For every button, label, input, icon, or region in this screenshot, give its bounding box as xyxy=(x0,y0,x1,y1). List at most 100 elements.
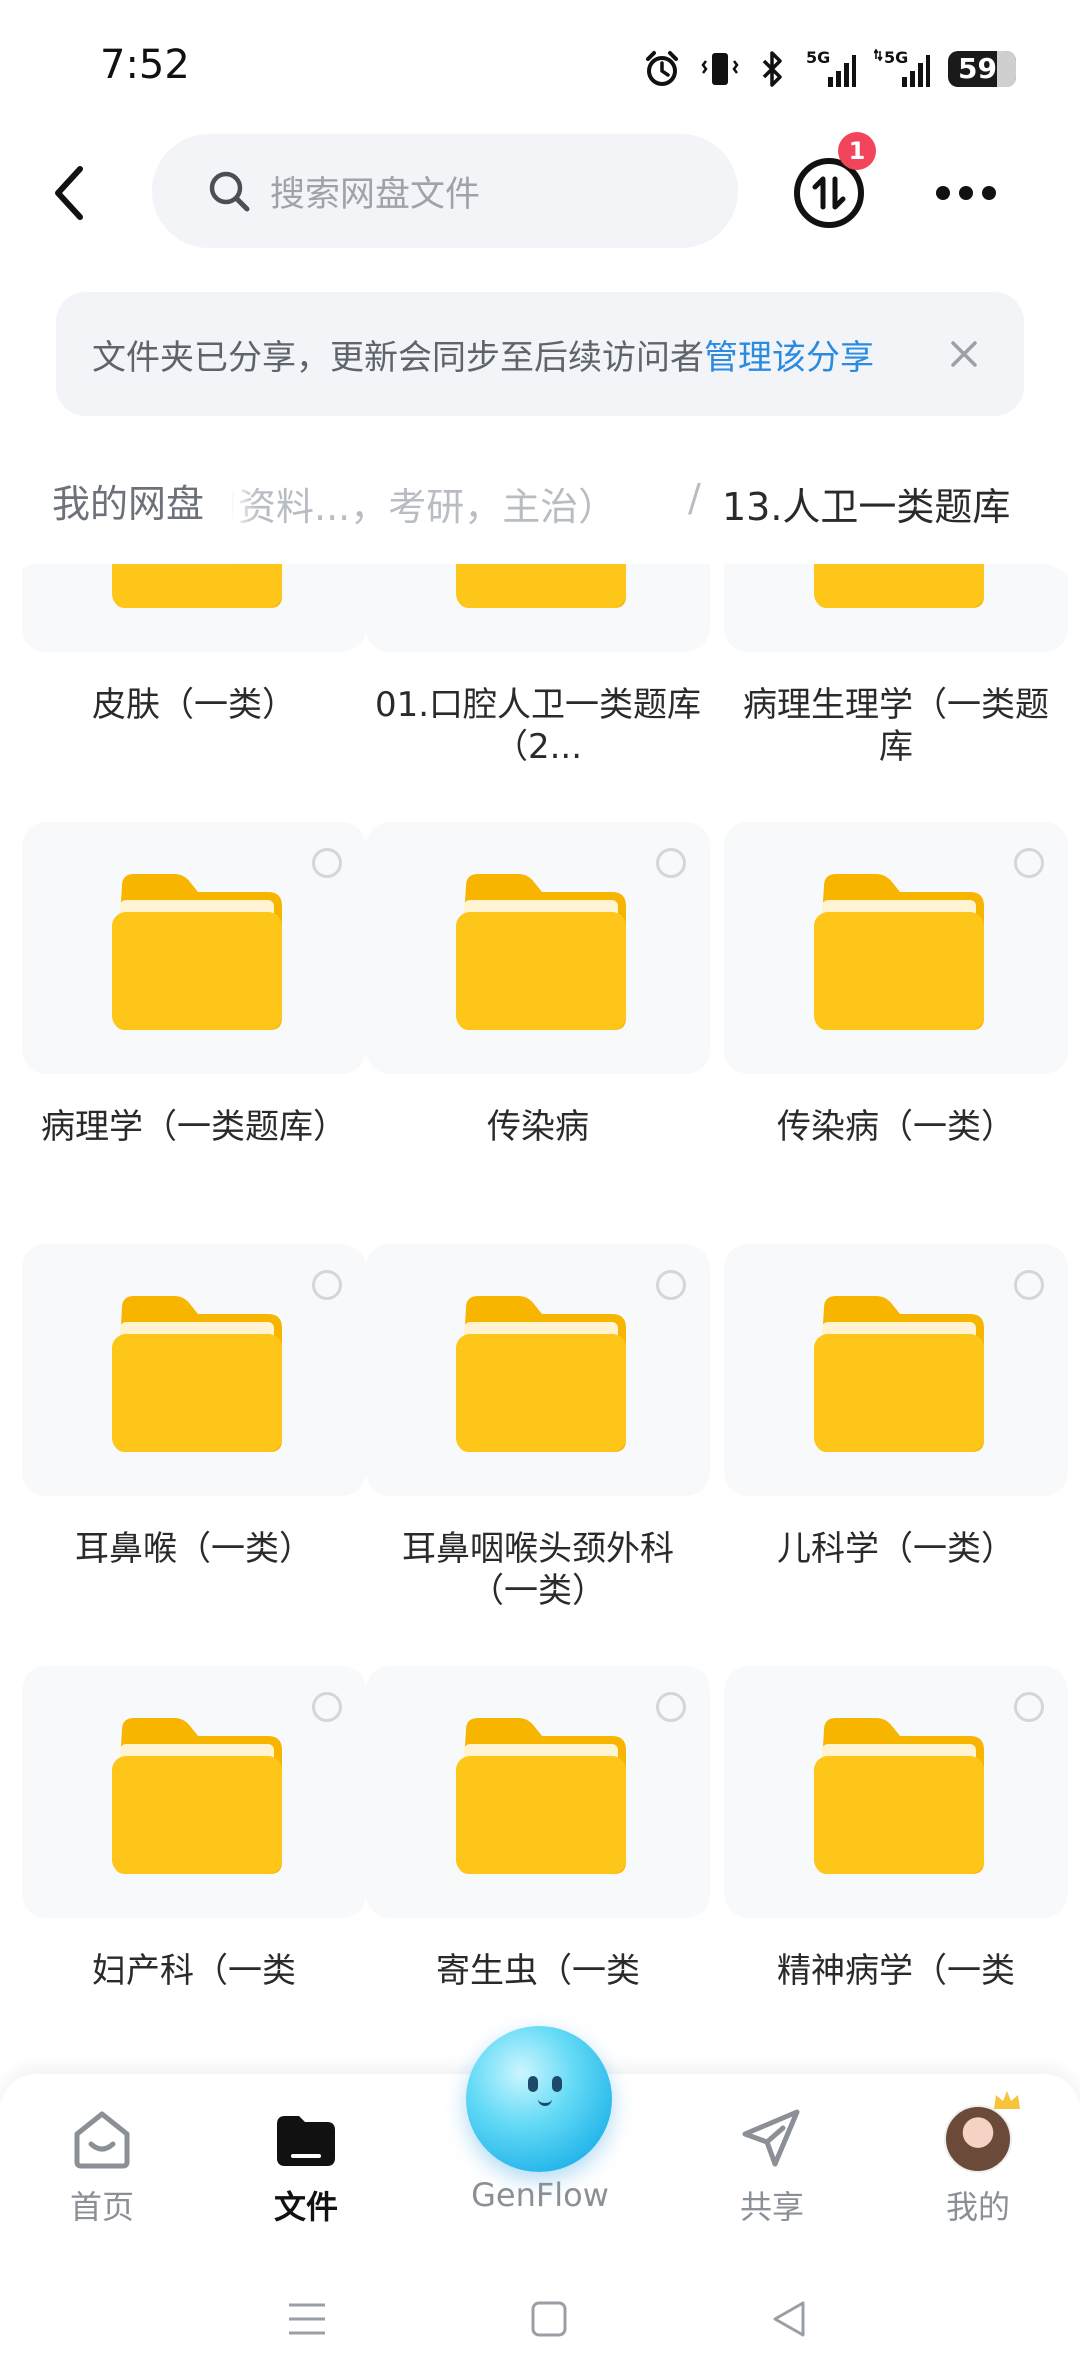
select-checkbox[interactable] xyxy=(656,1270,686,1300)
folder-name: 儿科学（一类） xyxy=(777,1529,1015,1569)
folder-item[interactable] xyxy=(366,1244,710,1496)
breadcrumb-middle[interactable]: 习资料...，考研，主治） xyxy=(200,476,616,531)
paper-plane-icon xyxy=(742,2109,800,2167)
menu-icon xyxy=(289,2303,325,2335)
breadcrumb-root[interactable]: 我的网盘 xyxy=(24,454,233,546)
nav-label-genflow: GenFlow xyxy=(471,2176,609,2214)
back-arrow-icon xyxy=(55,166,83,220)
select-checkbox[interactable] xyxy=(312,848,342,878)
share-banner-message: 文件夹已分享，更新会同步至后续访问者 xyxy=(92,337,704,378)
folder-icon xyxy=(810,872,988,1032)
manage-share-link[interactable]: 管理该分享 xyxy=(704,330,874,379)
search-icon xyxy=(209,171,250,212)
signal-2-label: 5G xyxy=(884,48,908,67)
triangle-back-icon xyxy=(773,2301,805,2337)
folder-icon xyxy=(810,564,988,610)
folder-icon xyxy=(452,1716,630,1876)
folder-name: 寄生虫（一类 xyxy=(436,1951,640,1991)
folder-name: 耳鼻咽喉头颈外科（一类） xyxy=(402,1529,674,1611)
signal-1-label: 5G xyxy=(806,48,830,67)
genflow-button[interactable] xyxy=(466,2026,612,2172)
folder-item[interactable] xyxy=(724,1244,1068,1496)
folder-name: 精神病学（一类 xyxy=(777,1951,1015,1991)
nav-item-files[interactable]: 文件 xyxy=(226,2104,386,2228)
folder-icon xyxy=(452,1294,630,1454)
folder-name: 传染病（一类） xyxy=(777,1107,1015,1147)
select-checkbox[interactable] xyxy=(1014,1270,1044,1300)
genflow-eye-right xyxy=(552,2076,562,2092)
folder-item[interactable] xyxy=(366,1666,710,1918)
folder-grid: 皮肤（一类） 01.口腔人卫一类题库（2... 病理生理学（一类题库 病理学（一类题库… xyxy=(0,564,1080,2074)
bluetooth-icon xyxy=(762,51,782,87)
vibrate-icon xyxy=(701,53,739,85)
folder-icon xyxy=(108,564,286,610)
folder-item[interactable] xyxy=(22,564,366,652)
breadcrumb: 我的网盘 习资料...，考研，主治） / 13.人卫一类题库 xyxy=(0,454,1080,546)
folder-icon xyxy=(108,872,286,1032)
genflow-eye-left xyxy=(528,2076,538,2092)
crown-icon xyxy=(994,2091,1020,2109)
select-checkbox[interactable] xyxy=(312,1270,342,1300)
genflow-mouth xyxy=(538,2096,552,2106)
square-icon xyxy=(531,2301,567,2337)
folder-item[interactable] xyxy=(366,564,710,652)
nav-label-files: 文件 xyxy=(273,2188,338,2226)
folder-icon xyxy=(810,1716,988,1876)
breadcrumb-separator: / xyxy=(688,476,701,520)
search-placeholder: 搜索网盘文件 xyxy=(270,174,481,215)
folder-item[interactable] xyxy=(724,1666,1068,1918)
nav-label-home: 首页 xyxy=(69,2188,134,2226)
breadcrumb-current: 13.人卫一类题库 xyxy=(722,485,1011,529)
transfer-icon xyxy=(812,176,846,210)
select-checkbox[interactable] xyxy=(1014,848,1044,878)
nav-label-share: 共享 xyxy=(739,2188,804,2226)
signal-5g-icon: 5G xyxy=(874,48,930,87)
status-time: 7:52 xyxy=(100,42,190,88)
home-button[interactable] xyxy=(524,2296,574,2342)
signal-5g-icon: 5G xyxy=(806,48,856,87)
folder-name: 耳鼻喉（一类） xyxy=(75,1529,313,1569)
avatar-icon xyxy=(944,2091,1020,2173)
home-smile-icon xyxy=(74,2111,130,2169)
folder-item[interactable] xyxy=(22,1666,366,1918)
select-checkbox[interactable] xyxy=(312,1692,342,1722)
system-nav-bar xyxy=(0,2264,1080,2374)
folder-item[interactable] xyxy=(22,1244,366,1496)
folder-icon xyxy=(452,564,630,610)
folder-icon xyxy=(810,1294,988,1454)
folder-icon xyxy=(108,1294,286,1454)
search-bar[interactable]: 搜索网盘文件 xyxy=(152,134,738,248)
folder-item[interactable] xyxy=(724,564,1068,652)
folder-icon xyxy=(108,1716,286,1876)
nav-item-mine[interactable]: 我的 xyxy=(898,2091,1058,2228)
folder-name: 01.口腔人卫一类题库（2... xyxy=(374,685,702,767)
folder-name: 传染病 xyxy=(487,1107,589,1147)
back-button[interactable] xyxy=(40,158,100,228)
menu-button[interactable] xyxy=(282,2296,332,2342)
share-banner: 文件夹已分享，更新会同步至后续访问者 管理该分享 xyxy=(56,292,1024,416)
alarm-icon xyxy=(646,51,678,86)
folder-item[interactable] xyxy=(22,822,366,1074)
folder-item[interactable] xyxy=(366,822,710,1074)
banner-close-button[interactable] xyxy=(940,330,988,378)
more-icon xyxy=(936,186,950,200)
select-checkbox[interactable] xyxy=(656,848,686,878)
status-icons: 5G 5G 59 xyxy=(642,44,1016,94)
folder-icon xyxy=(277,2116,335,2166)
select-checkbox[interactable] xyxy=(1014,1692,1044,1722)
more-button[interactable] xyxy=(936,186,996,200)
battery-level: 59 xyxy=(958,52,997,85)
folder-item[interactable] xyxy=(724,822,1068,1074)
system-back-button[interactable] xyxy=(764,2296,814,2342)
folder-icon xyxy=(452,872,630,1032)
folder-name: 病理生理学（一类题库 xyxy=(743,685,1049,767)
transfer-badge: 1 xyxy=(838,132,876,170)
folder-name: 皮肤（一类） xyxy=(92,685,296,725)
nav-item-home[interactable]: 首页 xyxy=(22,2104,182,2228)
nav-label-mine: 我的 xyxy=(945,2188,1010,2226)
nav-item-share[interactable]: 共享 xyxy=(692,2104,852,2228)
close-icon xyxy=(951,341,977,367)
battery-icon: 59 xyxy=(948,51,1016,87)
folder-name: 妇产科（一类 xyxy=(92,1951,296,1991)
select-checkbox[interactable] xyxy=(656,1692,686,1722)
